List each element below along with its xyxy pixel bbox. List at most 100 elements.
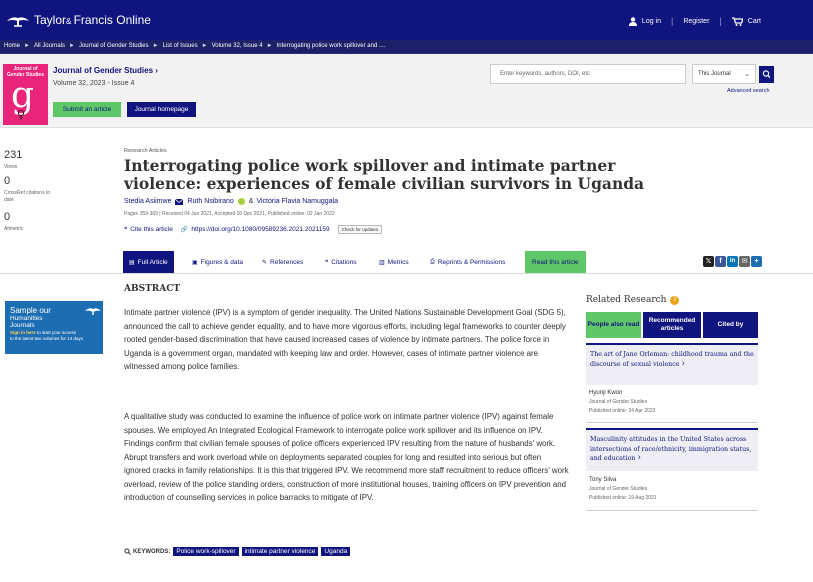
crossref-label: CrossRef citations to date (4, 190, 51, 203)
ad-text-part: to start your access (35, 330, 77, 335)
keyword-tag[interactable]: intimate partner violence (241, 547, 319, 556)
cart-icon (731, 16, 743, 26)
chevron-down-icon: ⌄ (744, 71, 750, 78)
submit-article-button[interactable]: Submit an article (53, 102, 121, 117)
linkedin-icon[interactable]: in (727, 256, 738, 267)
register-link[interactable]: Register (683, 18, 709, 25)
tab-label: Figures & data (200, 258, 243, 266)
login-link[interactable]: Log in (628, 16, 661, 26)
doi-link[interactable]: 🔗 https://doi.org/10.1080/09589236.2021.2… (181, 226, 330, 233)
related-journal: Journal of Gender Studies (589, 486, 648, 492)
register-label: Register (683, 17, 710, 25)
author-link[interactable]: Stedia Asiimwe (124, 198, 171, 205)
tf-logo-icon (7, 17, 29, 27)
author-link[interactable]: Victoria Flavia Namuggala (256, 198, 338, 205)
brand-amp: & (66, 17, 74, 26)
cite-label: Cite this article (130, 226, 173, 233)
altmetric-count[interactable]: 0 (4, 211, 10, 223)
author-separator: & (248, 198, 254, 205)
email-icon[interactable]: ✉ (739, 256, 750, 267)
tab-metrics[interactable]: ▥ Metrics (379, 251, 409, 273)
ad-line: Humanities (10, 315, 43, 322)
related-article-card[interactable]: Masculinity attitudes in the United Stat… (586, 428, 758, 471)
doi-label: https://doi.org/10.1080/09589236.2021.20… (191, 226, 330, 233)
related-article-title[interactable]: Masculinity attitudes in the United Stat… (590, 435, 756, 464)
account-actions: Log in | Register | Cart (628, 16, 761, 26)
related-date: Published online: 24 Apr 2022 (589, 408, 656, 414)
ad-text: Sign in here to start your access to the… (10, 330, 102, 341)
related-title-text: The art of Jane Orleman: childhood traum… (590, 351, 754, 368)
login-label: Log in (641, 17, 661, 25)
ad-sign-in-link[interactable]: Sign in here (10, 330, 36, 335)
breadcrumb-arrow-icon: ► (24, 43, 30, 49)
ad-heading: Sample our Humanities Journals (10, 306, 51, 329)
brand-name-part: Francis Online (73, 13, 151, 27)
altmetric-label: Altmetric (4, 226, 24, 232)
facebook-icon[interactable]: f (715, 256, 726, 267)
tab-citations[interactable]: ❝ Citations (325, 251, 357, 273)
ad-line: Sample our (10, 306, 51, 315)
tab-recommended-articles[interactable]: Recommended articles (643, 312, 701, 338)
print-icon: ⎙ (430, 258, 435, 265)
brand-logo[interactable]: Taylor& Francis Online (6, 12, 151, 28)
orcid-icon[interactable] (237, 198, 245, 205)
info-icon[interactable]: i (670, 295, 680, 305)
keyword-tag[interactable]: Police work-spillover (173, 547, 239, 556)
breadcrumb-home[interactable]: Home (4, 43, 20, 49)
search-button[interactable] (759, 66, 774, 83)
chevron-right-icon: › (681, 358, 686, 369)
breadcrumb-journal[interactable]: Journal of Gender Studies (79, 43, 149, 49)
tab-figures[interactable]: ▣ Figures & data (192, 251, 243, 273)
article-section: Research Articles (124, 148, 167, 154)
search-input[interactable]: Enter keywords, authors, DOI, etc (490, 64, 686, 84)
tab-people-also-read[interactable]: People also read (586, 312, 641, 338)
x-icon[interactable]: 𝕏 (703, 256, 714, 267)
cart-link[interactable]: Cart (731, 16, 761, 26)
related-article-card[interactable]: The art of Jane Orleman: childhood traum… (586, 343, 758, 385)
search-scope-value: This Journal (698, 71, 731, 77)
tab-references[interactable]: ✎ References (262, 251, 303, 273)
related-research-heading: Related Research i (586, 295, 680, 305)
related-article-title[interactable]: The art of Jane Orleman: childhood traum… (590, 350, 756, 369)
crossref-count[interactable]: 0 (4, 175, 10, 187)
breadcrumb-all-journals[interactable]: All Journals (34, 43, 65, 49)
related-title-text: Masculinity attitudes in the United Stat… (590, 436, 752, 462)
author-link[interactable]: Ruth Nsibirano (187, 198, 233, 205)
share-bar: 𝕏 f in ✉ + (703, 256, 763, 267)
related-author: Hyunji Kwon (589, 390, 623, 396)
keyword-tag[interactable]: Uganda (321, 547, 351, 556)
ad-line: Journals (10, 322, 35, 329)
journal-homepage-button[interactable]: Journal homepage (127, 102, 196, 117)
top-navigation-bar: Taylor& Francis Online Log in | Register… (0, 0, 813, 40)
advanced-search-link[interactable]: Advanced search (727, 88, 770, 94)
document-icon: ▤ (129, 259, 135, 266)
tab-reprints[interactable]: ⎙ Reprints & Permissions (430, 251, 505, 273)
tab-cited-by[interactable]: Cited by (703, 312, 758, 338)
sample-journals-ad[interactable]: Sample our Humanities Journals Sign in h… (5, 301, 103, 354)
share-plus-icon[interactable]: + (751, 256, 762, 267)
breadcrumb-issues[interactable]: List of Issues (163, 43, 198, 49)
brand-name-part: Taylor (34, 13, 67, 27)
read-article-button[interactable]: Read this article (525, 251, 586, 273)
check-updates-badge[interactable]: Check for updates (337, 225, 383, 234)
ad-text-part: to the latest two volumes for 14 days (10, 335, 84, 341)
abstract-paragraph: A qualitative study was conducted to exa… (124, 412, 569, 502)
cite-article-link[interactable]: ❝ Cite this article (124, 226, 173, 233)
related-journal: Journal of Gender Studies (589, 399, 648, 405)
tab-full-article[interactable]: ▤ Full Article (123, 251, 174, 273)
journal-title-link[interactable]: Journal of Gender Studies › (53, 66, 158, 75)
search-icon (124, 548, 131, 555)
email-icon[interactable] (175, 198, 184, 205)
breadcrumb: Home ► All Journals ► Journal of Gender St… (4, 43, 386, 49)
breadcrumb-arrow-icon: ► (68, 43, 75, 49)
divider: | (671, 16, 674, 26)
abstract-heading: ABSTRACT (124, 284, 181, 294)
journal-cover[interactable]: Journal of Gender Studies g ♀ (3, 64, 48, 125)
tab-label: Reprints & Permissions (437, 258, 506, 266)
tab-label: Full Article (137, 258, 168, 266)
article-links: ❝ Cite this article 🔗 https://doi.org/10.1… (124, 225, 383, 234)
chevron-right-icon: › (637, 453, 641, 463)
breadcrumb-volume[interactable]: Volume 32, Issue 4 (212, 43, 263, 49)
search-scope-select[interactable]: This Journal ⌄ (692, 64, 756, 84)
search-icon (762, 70, 771, 79)
